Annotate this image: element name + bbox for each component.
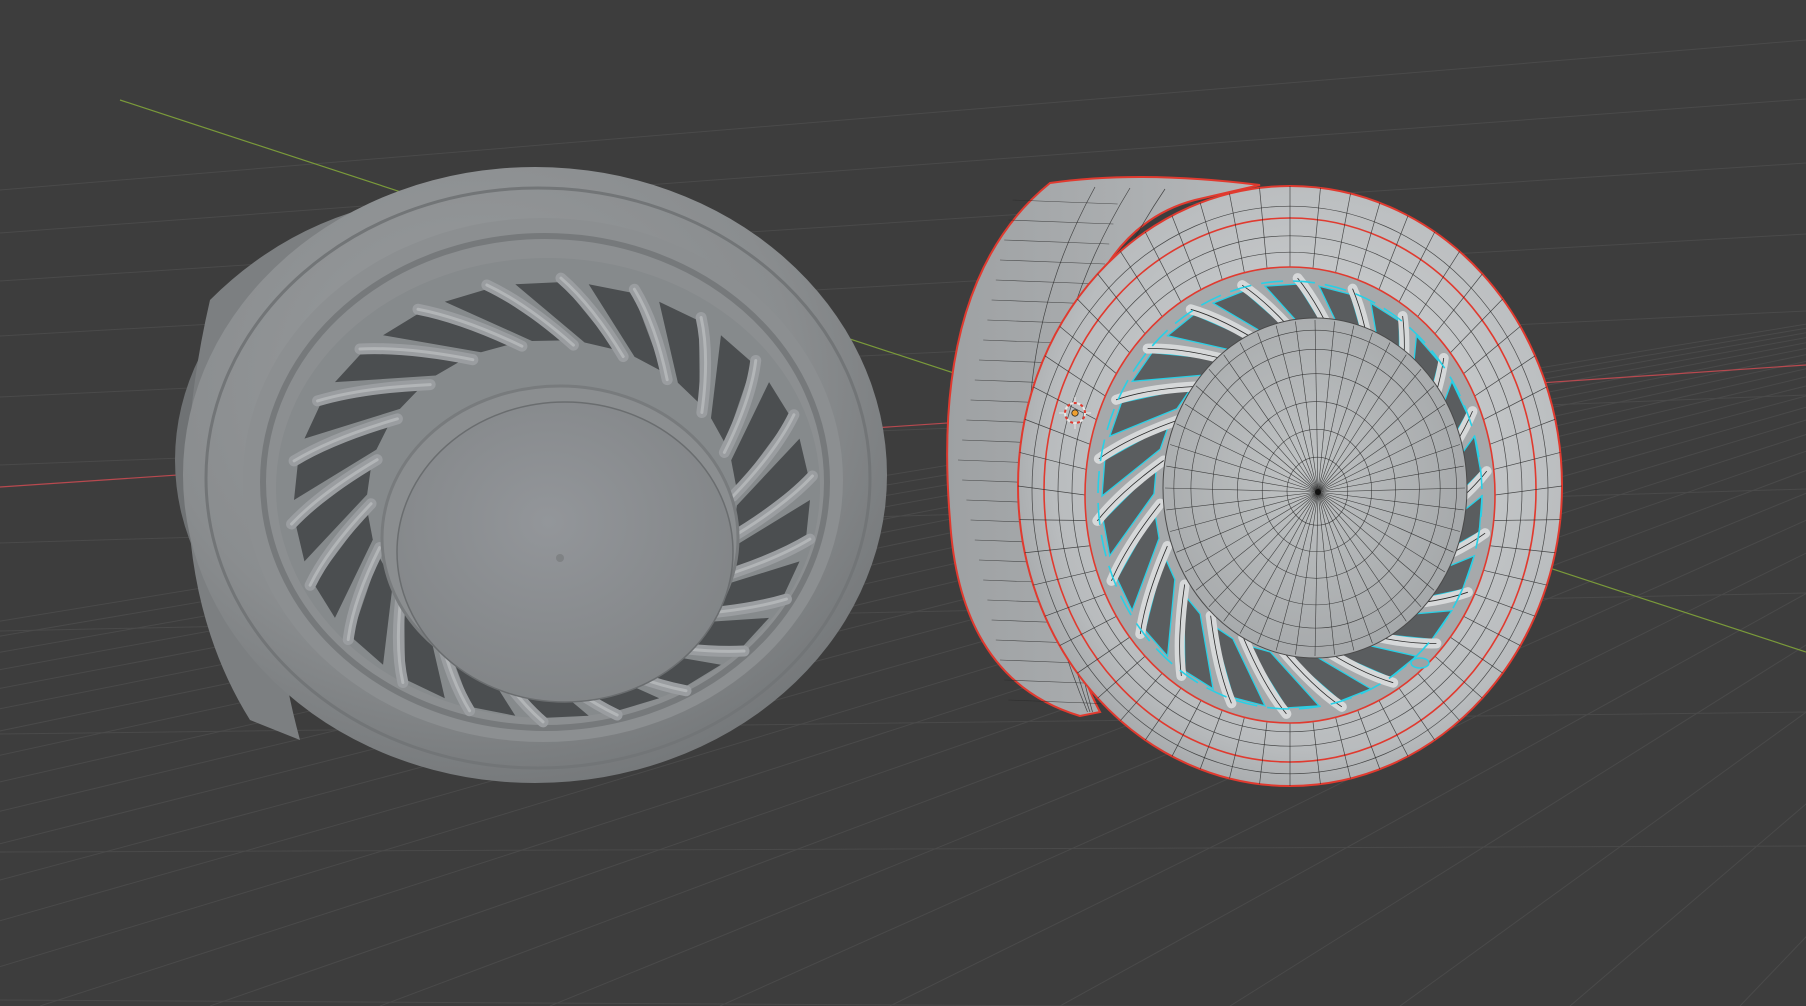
valve-stem [1410,657,1430,669]
wheel-hub-subdivided[interactable] [175,167,887,783]
cap-pole-vertex [1315,489,1321,495]
wheel-hub-wireframe[interactable] [946,175,1563,787]
object-origin-icon[interactable] [1071,409,1079,417]
wheel-center-cap [396,401,734,703]
wheel-cap-dimple [556,554,564,562]
3d-viewport[interactable] [0,0,1806,1006]
viewport-canvas[interactable] [0,0,1806,1006]
